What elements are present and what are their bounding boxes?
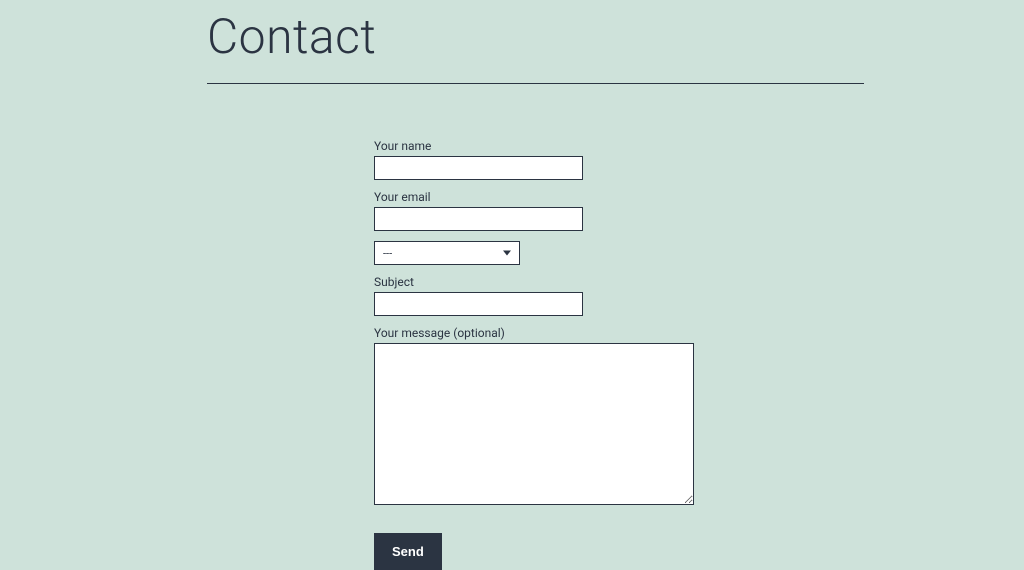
name-label: Your name bbox=[374, 139, 864, 153]
dropdown-select[interactable]: --- bbox=[374, 241, 520, 265]
message-label: Your message (optional) bbox=[374, 326, 864, 340]
subject-field-group: Subject bbox=[374, 275, 864, 316]
name-field-group: Your name bbox=[374, 139, 864, 180]
title-divider bbox=[207, 83, 864, 84]
email-input[interactable] bbox=[374, 207, 583, 231]
page-container: Contact Your name Your email --- Subject… bbox=[0, 0, 1024, 570]
email-field-group: Your email bbox=[374, 190, 864, 231]
dropdown-field-group: --- bbox=[374, 241, 520, 265]
page-title: Contact bbox=[207, 0, 864, 83]
contact-form: Your name Your email --- Subject Your me… bbox=[374, 139, 864, 570]
subject-input[interactable] bbox=[374, 292, 583, 316]
chevron-down-icon bbox=[503, 251, 511, 256]
name-input[interactable] bbox=[374, 156, 583, 180]
message-field-group: Your message (optional) bbox=[374, 326, 864, 509]
email-label: Your email bbox=[374, 190, 864, 204]
send-button[interactable]: Send bbox=[374, 533, 442, 570]
subject-label: Subject bbox=[374, 275, 864, 289]
dropdown-selected-value: --- bbox=[383, 247, 392, 260]
message-textarea[interactable] bbox=[374, 343, 694, 505]
